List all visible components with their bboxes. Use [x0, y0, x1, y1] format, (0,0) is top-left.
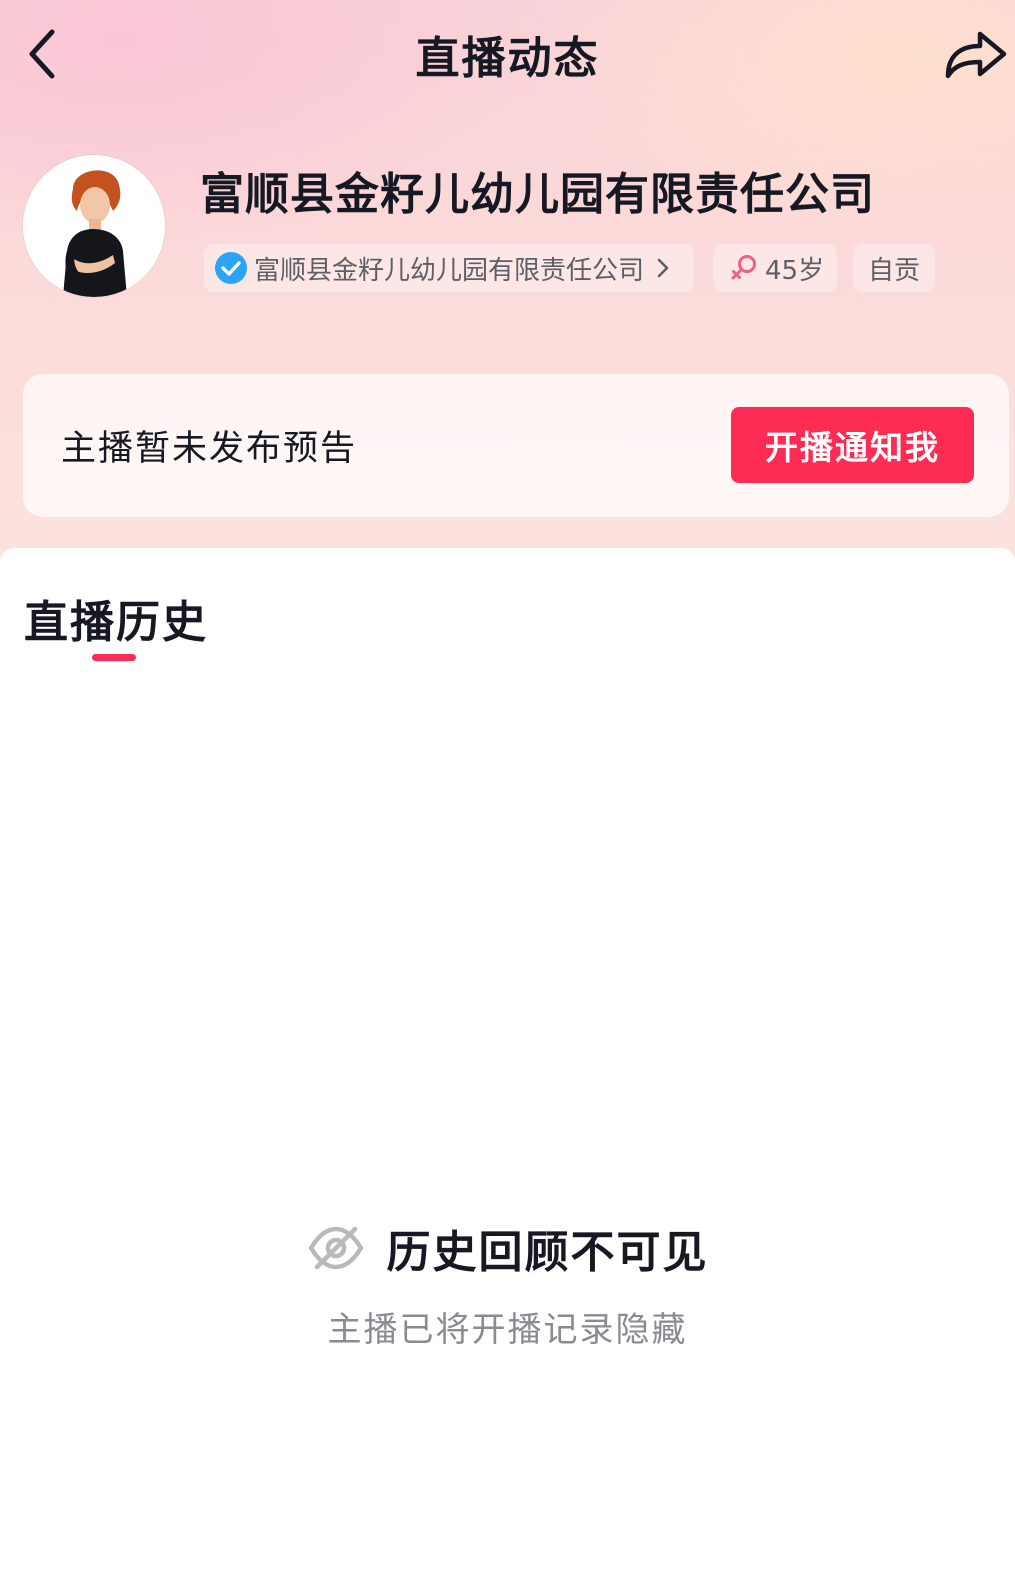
empty-state-title: 历史回顾不可见	[386, 1227, 709, 1278]
empty-state-subtitle: 主播已将开播记录隐藏	[327, 1310, 688, 1350]
hidden-eye-icon	[308, 1226, 363, 1270]
location-tag: 自贡	[853, 244, 935, 292]
live-history-panel: 直播历史 历史回顾不可见 主播已将开播记录隐藏	[0, 548, 1015, 1576]
location-label: 自贡	[867, 255, 920, 286]
avatar[interactable]	[23, 155, 165, 297]
age-tag: 45岁	[713, 244, 837, 292]
back-button[interactable]	[22, 26, 66, 82]
female-icon	[731, 255, 756, 280]
verified-check-icon	[215, 252, 247, 284]
notify-me-button[interactable]: 开播通知我	[731, 407, 974, 483]
chevron-left-icon	[29, 29, 55, 79]
live-preview-notice-card: 主播暂未发布预告 开播通知我	[23, 374, 1009, 517]
empty-state-title-row: 历史回顾不可见	[0, 1216, 1015, 1280]
share-arrow-icon	[945, 31, 1007, 79]
verified-business-label: 富顺县金籽儿幼儿园有限责任公司	[254, 255, 645, 286]
notice-text: 主播暂未发布预告	[61, 429, 358, 469]
tab-live-history[interactable]: 直播历史	[24, 586, 208, 650]
age-label: 45岁	[765, 255, 825, 286]
chevron-right-icon	[657, 258, 669, 278]
share-button[interactable]	[942, 24, 1010, 84]
empty-state: 历史回顾不可见 主播已将开播记录隐藏	[0, 1216, 1015, 1351]
avatar-photo	[23, 155, 165, 297]
active-tab-indicator	[92, 654, 136, 661]
live-activity-page: 直播动态 富顺县金籽儿幼儿园有限责任公司 富顺县金籽儿幼儿园有限责任公司 45岁…	[0, 0, 1015, 1576]
verified-business-tag[interactable]: 富顺县金籽儿幼儿园有限责任公司	[204, 244, 694, 292]
profile-name: 富顺县金籽儿幼儿园有限责任公司	[200, 169, 875, 220]
